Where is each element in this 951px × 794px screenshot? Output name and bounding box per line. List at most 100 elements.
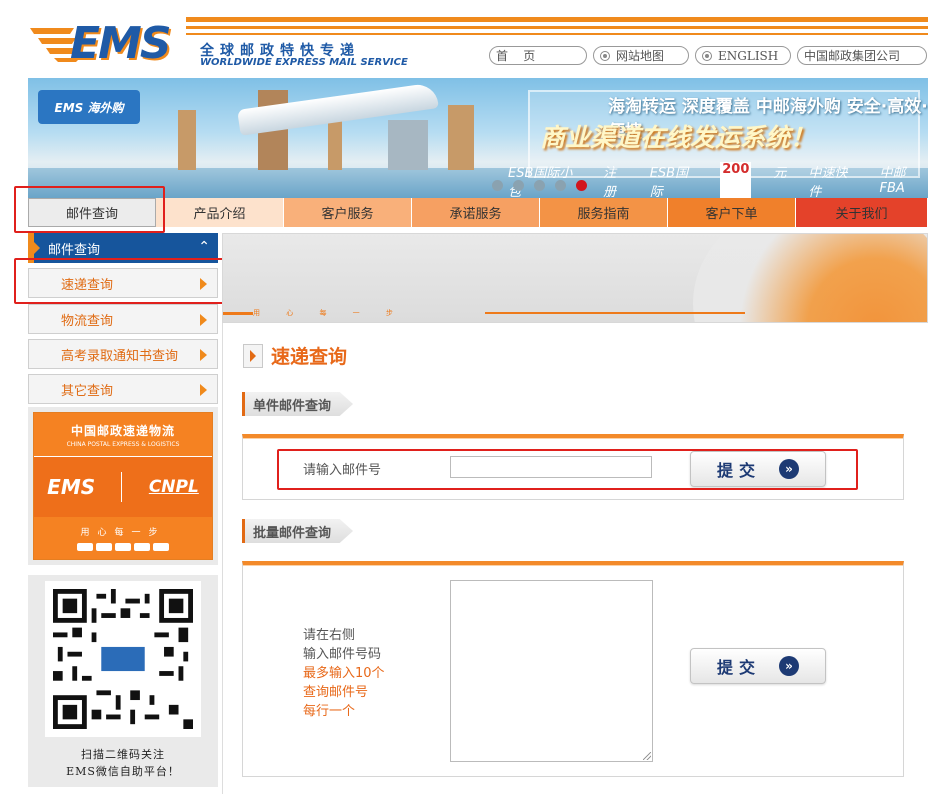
cnpl-title-block: 中国邮政速递物流 CHINA POSTAL EXPRESS & LOGISTIC… (34, 413, 212, 457)
batch-submit-button[interactable]: 提交 » (690, 648, 826, 684)
cnpl-slogan: 用心每一步 (80, 528, 166, 538)
qr-caption-line2: EMS微信自助平台！ (66, 765, 180, 778)
qr-code-icon (53, 589, 193, 729)
logo-text: EMS (70, 18, 172, 69)
banner-tag: 注册 (603, 166, 617, 198)
banner-logo: EMS 海外购 (38, 90, 140, 124)
transport-icons (77, 543, 169, 551)
cnpl-brand-card[interactable]: 中国邮政速递物流 CHINA POSTAL EXPRESS & LOGISTIC… (28, 407, 218, 565)
arrow-right-icon (200, 384, 207, 396)
train-icon (134, 543, 150, 551)
highlight-box (14, 186, 165, 233)
resize-grip-icon[interactable] (643, 752, 651, 760)
china-post-link[interactable]: 中国邮政集团公司 (797, 46, 927, 65)
globe-graphic (693, 234, 927, 322)
hero-banner[interactable]: EMS 海外购 海淘转运 深度覆盖 中邮海外购 安全·高效·便捷 商业渠道在线发… (28, 78, 928, 198)
ems-page: EMS 全球邮政特快专递 WORLDWIDE EXPRESS MAIL SERV… (0, 0, 951, 794)
chevron-up-icon[interactable]: ⌃ (198, 239, 210, 255)
header-stripe (186, 17, 928, 22)
bike-icon (96, 543, 112, 551)
carousel-dot[interactable] (492, 180, 503, 191)
home-link-label: 首 页 (496, 49, 536, 63)
banner-tag: 元 (773, 166, 787, 181)
qr-caption-line1: 扫描二维码关注 (81, 748, 165, 761)
nav-products[interactable]: 产品介绍 (156, 198, 284, 227)
home-link[interactable]: 首 页 (489, 46, 587, 65)
cnpl-inner: 中国邮政速递物流 CHINA POSTAL EXPRESS & LOGISTIC… (33, 412, 213, 560)
landmark-shape (448, 105, 474, 170)
english-link[interactable]: ENGLISH (695, 46, 791, 65)
header-stripe (186, 33, 928, 35)
landmark-shape (388, 120, 428, 170)
qr-card: 扫描二维码关注 EMS微信自助平台！ (28, 575, 218, 787)
qr-code (45, 581, 201, 737)
sidebar-item-label: 物流查询 (61, 313, 114, 329)
qr-ems-logo (101, 646, 145, 672)
batch-query-tab: 批量邮件查询 (242, 519, 354, 543)
page-title: 速递查询 (243, 342, 347, 369)
banner-slogan: 用 心 每 一 步 (253, 309, 405, 317)
cnpl-logo: CNPL (148, 477, 199, 497)
banner-price: 200 (720, 162, 752, 198)
hint-line: 查询邮件号 (303, 685, 369, 700)
carousel-dot[interactable] (513, 180, 524, 191)
page-title-text: 速递查询 (271, 346, 348, 368)
sidebar-item-label: 高考录取通知书查询 (61, 348, 179, 364)
ems-logo[interactable]: EMS (30, 14, 200, 69)
carousel-dot-active[interactable] (576, 180, 587, 191)
content-banner: 用 心 每 一 步 (222, 233, 928, 323)
nav-about-us[interactable]: 关于我们 (796, 198, 928, 227)
nav-place-order[interactable]: 客户下单 (668, 198, 796, 227)
qr-caption: 扫描二维码关注 EMS微信自助平台！ (34, 746, 212, 780)
bullet-icon (600, 50, 610, 61)
hint-line: 请在右侧 (303, 628, 356, 643)
sidebar-item-other-query[interactable]: 其它查询 (28, 374, 218, 404)
banner-tag: 中速快件 (808, 166, 848, 198)
cnpl-slogan-block: 用心每一步 (34, 517, 212, 559)
sidebar-item-logistics-query[interactable]: 物流查询 (28, 304, 218, 334)
banner-line (223, 312, 253, 315)
carousel-dot[interactable] (534, 180, 545, 191)
truck-icon (77, 543, 93, 551)
single-query-tab: 单件邮件查询 (242, 392, 354, 416)
nav-commitments[interactable]: 承诺服务 (412, 198, 540, 227)
title-arrow-icon (243, 343, 263, 368)
sidebar-header-label: 邮件查询 (48, 242, 101, 258)
highlight-box (14, 258, 231, 304)
site-header: EMS 全球邮政特快专递 WORLDWIDE EXPRESS MAIL SERV… (0, 0, 951, 76)
sitemap-link-label: 网站地图 (616, 49, 665, 63)
divider (121, 472, 123, 502)
arrow-right-icon (200, 349, 207, 361)
cnpl-subtitle: CHINA POSTAL EXPRESS & LOGISTICS (66, 440, 180, 448)
batch-tracking-textarea[interactable] (450, 580, 653, 762)
arrow-right-icon (200, 314, 207, 326)
carousel-dot[interactable] (555, 180, 566, 191)
submit-label: 提交 (716, 658, 761, 677)
cnpl-logos: EMS CNPL (34, 457, 212, 517)
bullet-icon (702, 50, 712, 61)
hint-line: 最多输入10个 (303, 666, 385, 681)
banner-line2: 商业渠道在线发运系统！ (540, 123, 816, 152)
top-links: 首 页 网站地图 ENGLISH 中国邮政集团公司 (489, 46, 927, 66)
nav-customer-service[interactable]: 客户服务 (284, 198, 412, 227)
sidebar-item-label: 其它查询 (61, 383, 114, 399)
sitemap-link[interactable]: 网站地图 (593, 46, 689, 65)
hint-line: 输入邮件号码 (303, 647, 382, 662)
hint-line: 每行一个 (303, 704, 356, 719)
cnpl-title: 中国邮政速递物流 (70, 423, 175, 438)
banner-tag: ESB国际 (649, 166, 689, 198)
carousel-dots (492, 180, 587, 191)
van-icon (115, 543, 131, 551)
ems-logo-small: EMS (47, 475, 96, 499)
china-post-link-label: 中国邮政集团公司 (804, 49, 901, 63)
double-arrow-icon: » (779, 656, 799, 676)
landmark-shape (178, 110, 196, 170)
nav-service-guide[interactable]: 服务指南 (540, 198, 668, 227)
tagline-en: WORLDWIDE EXPRESS MAIL SERVICE (200, 57, 408, 68)
banner-tag: 中邮FBA (879, 166, 906, 196)
banner-line (485, 312, 745, 314)
sidebar-item-admission-letter-query[interactable]: 高考录取通知书查询 (28, 339, 218, 369)
header-stripe (186, 26, 928, 29)
plane-icon (153, 543, 169, 551)
english-link-label: ENGLISH (718, 48, 779, 63)
